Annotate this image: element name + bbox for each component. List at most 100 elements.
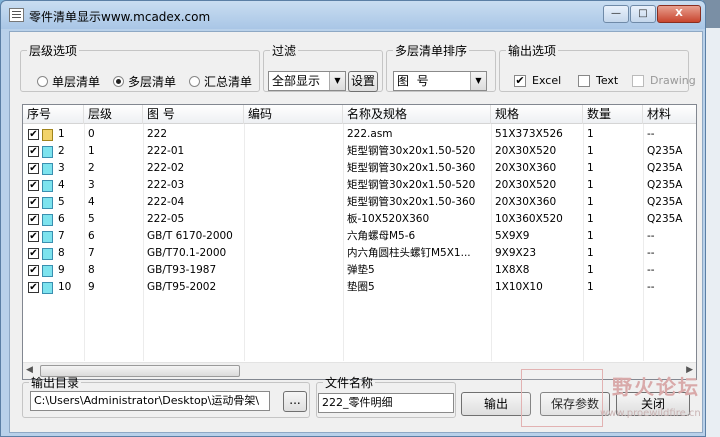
col-header-seq[interactable]: 序号 bbox=[23, 105, 84, 124]
cell-drawing: 222-02 bbox=[147, 162, 185, 174]
col-header-spec[interactable]: 规格 bbox=[491, 105, 583, 124]
sort-legend: 多层清单排序 bbox=[395, 44, 468, 58]
col-header-name[interactable]: 名称及规格 bbox=[343, 105, 491, 124]
table-row[interactable]: ✔ 3 2 222-02 矩型钢管30x20x1.50-360 20X30X360 1 Q23… bbox=[23, 160, 696, 177]
cell-spec: 1X10X10 bbox=[495, 281, 543, 293]
cell-spec: 9X9X23 bbox=[495, 247, 537, 259]
table-row[interactable]: ✔ 7 6 GB/T 6170-2000 六角螺母M5-6 5X9X9 1 -- bbox=[23, 228, 696, 245]
window-title: 零件清单显示www.mcadex.com bbox=[29, 10, 211, 24]
part-icon bbox=[42, 231, 53, 243]
checkbox-drawing: Drawing bbox=[632, 74, 696, 87]
radio-single-level[interactable]: 单层清单 bbox=[37, 73, 100, 90]
row-checkbox[interactable]: ✔ bbox=[28, 163, 39, 174]
cell-code bbox=[244, 160, 343, 177]
cell-seq: 7 bbox=[58, 230, 65, 242]
part-icon bbox=[42, 163, 53, 175]
cell-seq: 3 bbox=[58, 162, 65, 174]
part-icon bbox=[42, 180, 53, 192]
col-header-level[interactable]: 层级 bbox=[84, 105, 143, 124]
browse-button[interactable]: ... bbox=[283, 391, 307, 412]
filter-select[interactable]: 全部显示 ▼ bbox=[268, 71, 346, 91]
row-checkbox[interactable]: ✔ bbox=[28, 129, 39, 140]
cell-spec: 20X30X520 bbox=[495, 179, 557, 191]
sort-value: 图 号 bbox=[397, 74, 429, 88]
part-icon bbox=[42, 265, 53, 277]
cell-level: 6 bbox=[88, 230, 95, 242]
filter-legend: 过滤 bbox=[272, 44, 297, 58]
cell-code bbox=[244, 245, 343, 262]
sort-select[interactable]: 图 号 ▼ bbox=[393, 71, 487, 91]
checkbox-excel[interactable]: ✔ Excel bbox=[514, 74, 561, 87]
maximize-button[interactable]: □ bbox=[630, 5, 656, 23]
cell-seq: 1 bbox=[58, 128, 65, 140]
table-row[interactable]: ✔ 10 9 GB/T95-2002 垫圈5 1X10X10 1 -- bbox=[23, 279, 696, 296]
checkbox-text[interactable]: Text bbox=[578, 74, 618, 87]
col-header-material[interactable]: 材料 bbox=[643, 105, 696, 124]
close-window-button[interactable]: X bbox=[657, 5, 701, 23]
cell-drawing: GB/T95-2002 bbox=[147, 281, 217, 293]
col-header-qty[interactable]: 数量 bbox=[583, 105, 643, 124]
row-checkbox[interactable]: ✔ bbox=[28, 265, 39, 276]
radio-label: 单层清单 bbox=[52, 75, 101, 89]
chevron-down-icon[interactable]: ▼ bbox=[329, 72, 345, 90]
cell-material: -- bbox=[647, 281, 655, 293]
row-checkbox[interactable]: ✔ bbox=[28, 197, 39, 208]
cell-drawing: 222-01 bbox=[147, 145, 185, 157]
part-icon bbox=[42, 146, 53, 158]
cell-name: 弹垫5 bbox=[347, 264, 375, 276]
cell-material: Q235A bbox=[647, 145, 683, 157]
cell-name: 内六角圆柱头螺钉M5X1... bbox=[347, 247, 471, 259]
filter-settings-button[interactable]: 设置 bbox=[348, 71, 378, 92]
table-row[interactable]: ✔ 1 0 222 222.asm 51X373X526 1 -- bbox=[23, 126, 696, 143]
cell-qty: 1 bbox=[587, 230, 594, 242]
cell-qty: 1 bbox=[587, 213, 594, 225]
parts-list-table[interactable]: 序号 层级 图 号 编码 名称及规格 规格 数量 材料 ✔ 1 0 222 222.as… bbox=[22, 104, 697, 380]
radio-summary[interactable]: 汇总清单 bbox=[189, 73, 252, 90]
cell-level: 2 bbox=[88, 162, 95, 174]
cell-level: 0 bbox=[88, 128, 95, 140]
level-options-group: 层级选项 单层清单 多层清单 汇总清单 bbox=[20, 42, 260, 92]
cell-seq: 4 bbox=[58, 179, 65, 191]
title-bar[interactable]: 零件清单显示www.mcadex.com — □ X bbox=[1, 1, 705, 29]
col-header-code[interactable]: 编码 bbox=[244, 105, 343, 124]
cell-name: 板-10X520X360 bbox=[347, 213, 430, 225]
table-row[interactable]: ✔ 6 5 222-05 板-10X520X360 10X360X520 1 Q235A bbox=[23, 211, 696, 228]
table-row[interactable]: ✔ 2 1 222-01 矩型钢管30x20x1.50-520 20X30X520 1 Q23… bbox=[23, 143, 696, 160]
cell-level: 3 bbox=[88, 179, 95, 191]
cell-qty: 1 bbox=[587, 264, 594, 276]
table-row[interactable]: ✔ 4 3 222-03 矩型钢管30x20x1.50-520 20X30X520 1 Q23… bbox=[23, 177, 696, 194]
file-name-input[interactable]: 222_零件明细 bbox=[318, 393, 454, 413]
table-row[interactable]: ✔ 5 4 222-04 矩型钢管30x20x1.50-360 20X30X360 1 Q23… bbox=[23, 194, 696, 211]
cell-level: 1 bbox=[88, 145, 95, 157]
minimize-button[interactable]: — bbox=[603, 5, 629, 23]
filter-value: 全部显示 bbox=[272, 74, 321, 88]
checkbox-label: Drawing bbox=[650, 74, 696, 87]
row-checkbox[interactable]: ✔ bbox=[28, 282, 39, 293]
cell-qty: 1 bbox=[587, 145, 594, 157]
cell-name: 矩型钢管30x20x1.50-520 bbox=[347, 179, 476, 191]
row-checkbox[interactable]: ✔ bbox=[28, 248, 39, 259]
chevron-down-icon[interactable]: ▼ bbox=[470, 72, 486, 90]
table-row[interactable]: ✔ 9 8 GB/T93-1987 弹垫5 1X8X8 1 -- bbox=[23, 262, 696, 279]
checkbox-label: Excel bbox=[532, 74, 562, 87]
cell-name: 222.asm bbox=[347, 128, 393, 140]
cell-spec: 20X30X360 bbox=[495, 196, 557, 208]
cell-code bbox=[244, 228, 343, 245]
table-row[interactable]: ✔ 8 7 GB/T70.1-2000 内六角圆柱头螺钉M5X1... 9X9X23 1 -- bbox=[23, 245, 696, 262]
watermark-frame bbox=[521, 369, 603, 427]
row-checkbox[interactable]: ✔ bbox=[28, 231, 39, 242]
row-checkbox[interactable]: ✔ bbox=[28, 180, 39, 191]
cell-material: Q235A bbox=[647, 179, 683, 191]
output-options-legend: 输出选项 bbox=[508, 44, 557, 58]
radio-multi-level[interactable]: 多层清单 bbox=[113, 73, 176, 90]
col-header-drawing[interactable]: 图 号 bbox=[143, 105, 244, 124]
checkbox-label: Text bbox=[596, 74, 619, 87]
row-checkbox[interactable]: ✔ bbox=[28, 146, 39, 157]
cell-qty: 1 bbox=[587, 128, 594, 140]
cell-drawing: GB/T 6170-2000 bbox=[147, 230, 233, 242]
cell-qty: 1 bbox=[587, 162, 594, 174]
row-checkbox[interactable]: ✔ bbox=[28, 214, 39, 225]
output-dir-input[interactable]: C:\Users\Administrator\Desktop\运动骨架\ bbox=[30, 391, 270, 411]
radio-label: 汇总清单 bbox=[204, 75, 253, 89]
cell-name: 矩型钢管30x20x1.50-360 bbox=[347, 162, 476, 174]
